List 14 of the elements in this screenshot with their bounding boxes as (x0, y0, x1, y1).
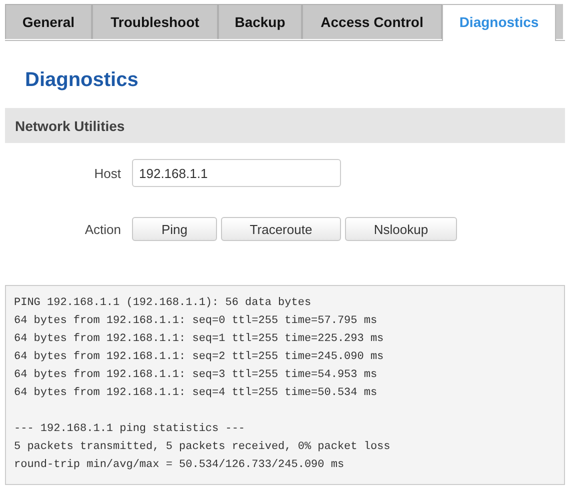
tab[interactable]: Backup (218, 4, 302, 39)
action-button[interactable]: Ping (132, 217, 217, 241)
tab[interactable]: Access Control (302, 4, 442, 39)
host-input-field[interactable]: 192.168.1.1 (132, 159, 341, 187)
action-label: Action (84, 222, 121, 236)
host-label: Host (93, 166, 121, 180)
action-button[interactable]: Nslookup (345, 217, 457, 241)
tab-edge (556, 4, 563, 39)
tab[interactable]: Troubleshoot (92, 4, 218, 39)
console-output: PING 192.168.1.1 (192.168.1.1): 56 data bytes 64 bytes from 192.168.1.1: seq=0 ttl=255 time=57.795 ms 64 bytes from 192.168.1.1: seq=1 ttl=255 time=225.293 ms 64 bytes from 192.168.1.1: seq=2 ttl=255 time=245.090 ms 64 bytes from 192.168.1.1: seq=3 ttl=255 time=54.953 ms 64 bytes from 192.168.1.1: seq=4 ttl=255 time=50.534 ms --- 192.168.1.1 ping statistics --- 5 packets transmitted, 5 packets received, 0% packet loss round-trip min/avg/max = 50.534/126.733/245.090 ms (5, 285, 565, 485)
tab[interactable]: General (5, 4, 92, 39)
page-title: Diagnostics (25, 68, 138, 92)
action-button[interactable]: Traceroute (221, 217, 341, 241)
section-header: Network Utilities (5, 108, 565, 143)
